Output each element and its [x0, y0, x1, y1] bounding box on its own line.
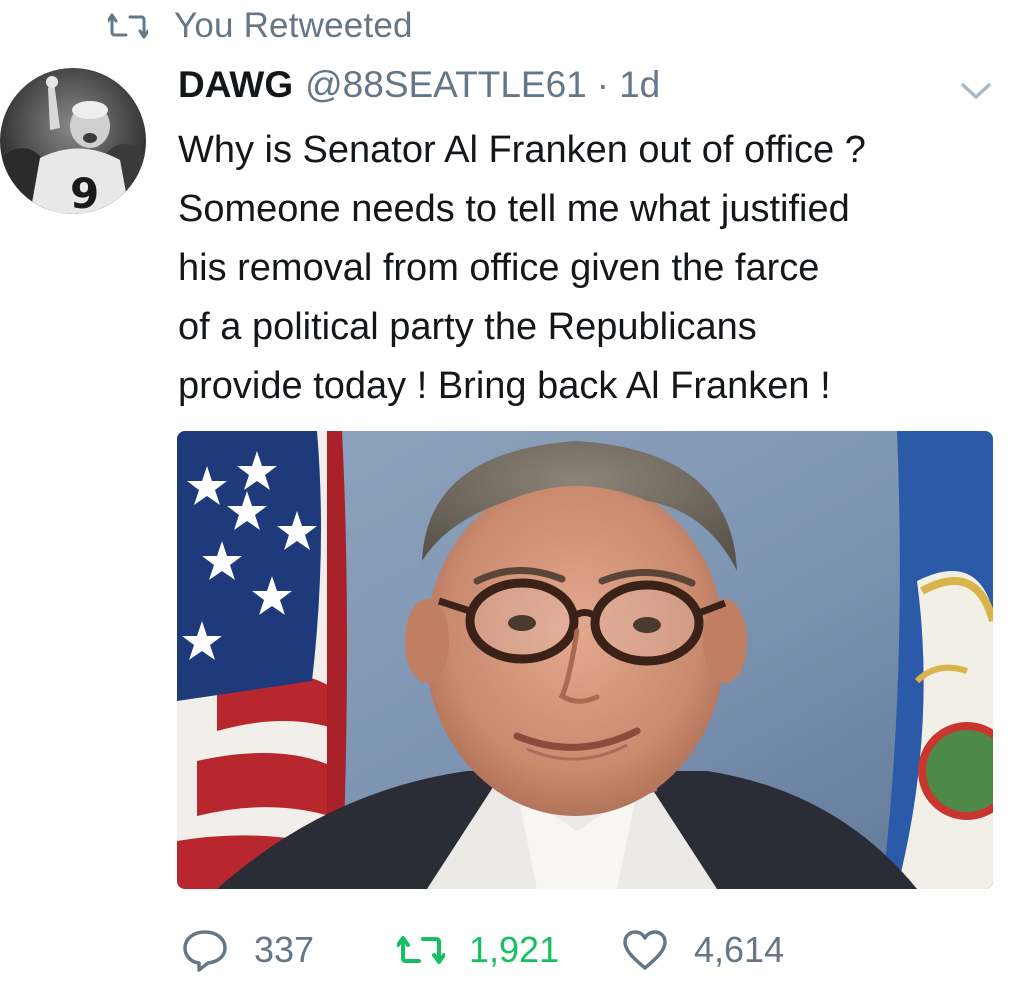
retweet-count: 1,921 [469, 929, 560, 970]
retweet-icon [397, 933, 445, 967]
timestamp[interactable]: 1d [619, 64, 660, 106]
tweet-media-image[interactable] [177, 431, 993, 889]
separator-dot: · [596, 64, 610, 105]
svg-text:9: 9 [70, 169, 99, 214]
avatar[interactable]: 9 [0, 68, 146, 214]
tweet-text-line: of a political party the Republicans [178, 306, 757, 348]
tweet-actions: 337 1,921 4,614 [182, 922, 882, 978]
reply-icon [182, 928, 228, 972]
tweet-text-line: his removal from office given the farce [178, 247, 820, 289]
tweet-text-line: provide today ! Bring back Al Franken ! [178, 365, 831, 407]
tweet-text-line: Why is Senator Al Franken out of office … [178, 129, 866, 171]
tweet-text: Why is Senator Al Franken out of office … [178, 121, 998, 416]
reply-count: 337 [254, 929, 315, 970]
heart-icon [622, 929, 668, 971]
retweet-context: You Retweeted [108, 6, 413, 46]
retweet-context-label: You Retweeted [174, 6, 413, 45]
user-handle[interactable]: @88SEATTLE61 [305, 64, 587, 106]
display-name[interactable]: DAWG [178, 64, 293, 106]
retweet-button[interactable]: 1,921 [397, 922, 559, 978]
like-count: 4,614 [694, 929, 785, 970]
like-button[interactable]: 4,614 [622, 922, 784, 978]
reply-button[interactable]: 337 [182, 922, 314, 978]
tweet-header: DAWG @88SEATTLE61 · 1d [178, 64, 660, 112]
retweet-icon [108, 11, 152, 41]
tweet-text-line: Someone needs to tell me what justified [178, 188, 850, 230]
chevron-down-icon[interactable] [958, 78, 994, 104]
